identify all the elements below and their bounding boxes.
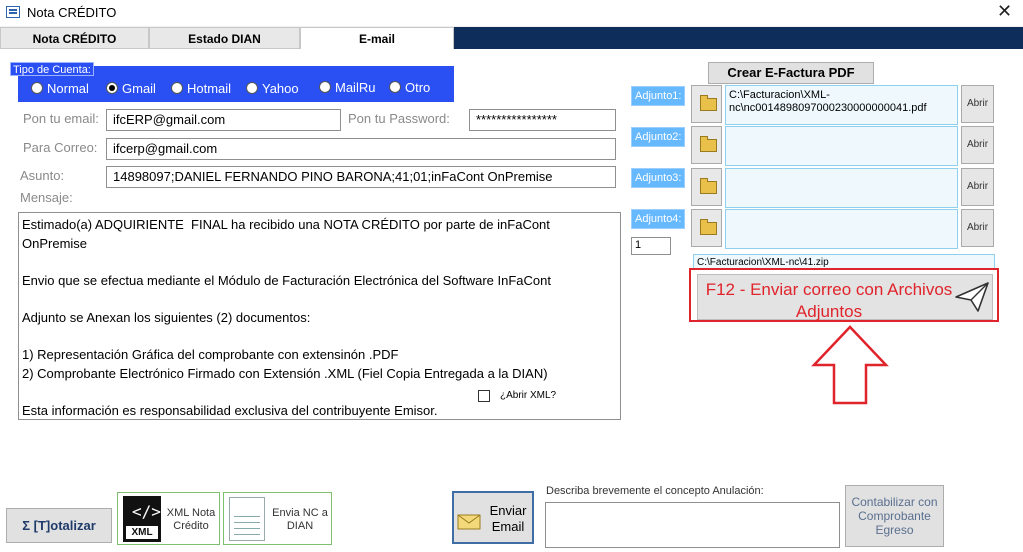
- radio-normal-label: Normal: [47, 81, 89, 96]
- attachment2-label: Adjunto2:: [631, 127, 686, 147]
- send-email-f12-face[interactable]: F12 - Enviar correo con Archivos Adjunto…: [697, 274, 993, 321]
- attachment-counter[interactable]: 1: [631, 237, 671, 255]
- attachment4-browse-button[interactable]: [691, 209, 722, 247]
- send-email-label: Enviar Email: [489, 503, 527, 534]
- tab-email[interactable]: E-mail: [300, 27, 454, 50]
- title-bar: Nota CRÉDITO ✕: [0, 0, 1023, 26]
- radio-yahoo-label: Yahoo: [262, 81, 299, 96]
- radio-gmail-label: Gmail: [122, 81, 156, 96]
- envelope-icon: [457, 514, 481, 530]
- radio-mailru-circle[interactable]: [319, 81, 331, 93]
- tab-estado-dian[interactable]: Estado DIAN: [149, 27, 300, 49]
- attachment2-open-button[interactable]: Abrir: [961, 126, 994, 164]
- totalize-button[interactable]: Σ [T]otalizar: [6, 508, 112, 543]
- radio-gmail-circle[interactable]: [106, 82, 118, 94]
- email-input[interactable]: ifcERP@gmail.com: [106, 109, 341, 131]
- code-icon: </>: [132, 502, 161, 521]
- annulment-label: Describa brevemente el concepto Anulació…: [546, 485, 764, 497]
- send-email-button[interactable]: Enviar Email: [452, 491, 534, 544]
- send-nc-dian-label: Envia NC a DIAN: [272, 507, 328, 532]
- attachment1-label: Adjunto1:: [631, 86, 686, 106]
- close-icon[interactable]: ✕: [997, 1, 1012, 22]
- xml-badge: XML: [126, 526, 158, 539]
- attachment2-path[interactable]: [725, 126, 958, 166]
- radio-yahoo-circle[interactable]: [246, 82, 258, 94]
- attachment4-path[interactable]: [725, 209, 958, 249]
- document-icon: [229, 497, 265, 541]
- xml-nota-credito-button[interactable]: </> XML XML Nota Crédito: [117, 492, 220, 545]
- folder-icon: [700, 136, 717, 152]
- attachment3-label: Adjunto3:: [631, 168, 686, 188]
- send-nc-dian-button[interactable]: Envia NC a DIAN: [223, 492, 332, 545]
- password-input[interactable]: ****************: [469, 109, 616, 131]
- subject-label: Asunto:: [20, 168, 65, 183]
- email-label: Pon tu email:: [23, 111, 99, 126]
- paper-plane-icon: [955, 282, 989, 312]
- xml-nota-credito-label: XML Nota Crédito: [166, 507, 216, 532]
- to-email-label: Para Correo:: [23, 140, 98, 155]
- subject-input[interactable]: 14898097;DANIEL FERNANDO PINO BARONA;41;…: [106, 166, 616, 188]
- attachment1-path[interactable]: C:\Facturacion\XML-nc\nc0014898097000230…: [725, 85, 958, 125]
- attachment1-browse-button[interactable]: [691, 85, 722, 123]
- attachment4-open-button[interactable]: Abrir: [961, 209, 994, 247]
- tab-band: [454, 27, 1023, 49]
- annulment-input[interactable]: [545, 502, 840, 548]
- radio-hotmail-circle[interactable]: [171, 82, 183, 94]
- form-icon: [6, 6, 20, 18]
- window-title: Nota CRÉDITO: [27, 5, 117, 20]
- folder-icon: [700, 178, 717, 194]
- folder-icon: [700, 219, 717, 235]
- open-xml-checkbox[interactable]: [478, 390, 490, 402]
- attachment3-browse-button[interactable]: [691, 168, 722, 206]
- folder-icon: [700, 95, 717, 111]
- attachment1-open-button[interactable]: Abrir: [961, 85, 994, 123]
- message-label: Mensaje:: [20, 190, 73, 205]
- radio-hotmail-label: Hotmail: [187, 81, 232, 96]
- to-email-input[interactable]: ifcerp@gmail.com: [106, 138, 616, 160]
- create-pdf-button[interactable]: Crear E-Factura PDF: [708, 62, 874, 84]
- radio-otro-circle[interactable]: [389, 81, 401, 93]
- attachment4-label: Adjunto4:: [631, 209, 686, 229]
- accounting-button[interactable]: Contabilizar con Comprobante Egreso: [845, 485, 944, 547]
- message-textarea[interactable]: Estimado(a) ADQUIRIENTE FINAL ha recibid…: [18, 212, 621, 420]
- radio-mailru-label: MailRu: [335, 80, 376, 95]
- send-email-f12-label: F12 - Enviar correo con Archivos Adjunto…: [705, 280, 953, 321]
- open-xml-label: ¿Abrir XML?: [500, 390, 557, 401]
- account-type-label: Tipo de Cuenta:: [10, 62, 94, 76]
- attachment2-browse-button[interactable]: [691, 126, 722, 164]
- attachment3-open-button[interactable]: Abrir: [961, 168, 994, 206]
- password-label: Pon tu Password:: [348, 111, 450, 126]
- xml-file-icon: </> XML: [123, 496, 161, 542]
- send-email-f12-button[interactable]: F12 - Enviar correo con Archivos Adjunto…: [689, 268, 999, 322]
- radio-normal-circle[interactable]: [31, 82, 43, 94]
- up-arrow-icon: [811, 325, 889, 405]
- attachment3-path[interactable]: [725, 168, 958, 208]
- radio-otro-label: Otro: [405, 80, 431, 95]
- tab-nota-credito[interactable]: Nota CRÉDITO: [0, 27, 149, 49]
